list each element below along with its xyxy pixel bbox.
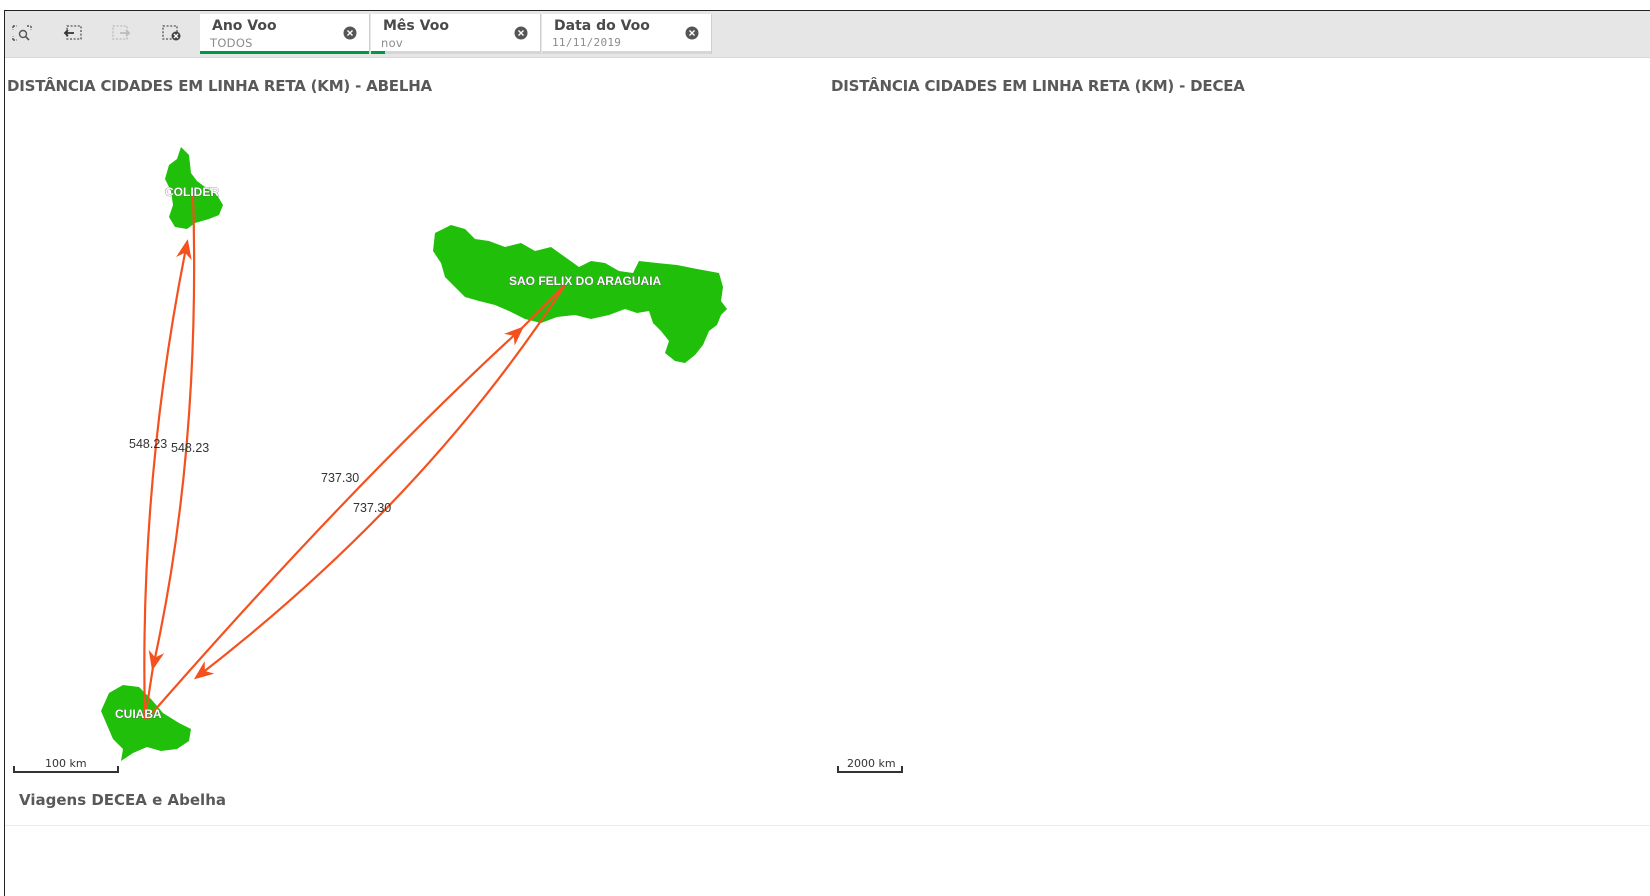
scale-line [13, 766, 119, 773]
app-frame: Ano Voo TODOS Mês Voo nov Data do Voo 11… [4, 10, 1650, 896]
route-saofelix-cuiaba[interactable] [193, 284, 566, 680]
filter-title: Ano Voo [212, 18, 277, 34]
city-label-sao-felix: SAO FELIX DO ARAGUAIA [509, 274, 662, 288]
filter-mes-voo[interactable]: Mês Voo nov [371, 14, 541, 54]
clear-selections-icon[interactable] [157, 21, 187, 45]
route-label: 737.30 [353, 501, 391, 515]
map-abelha-canvas: COLIDER SAO FELIX DO ARAGUAIA CUIABA 548… [101, 147, 727, 761]
step-back-icon[interactable] [57, 21, 87, 45]
filter-data-do-voo[interactable]: Data do Voo 11/11/2019 [542, 14, 712, 54]
filter-value: TODOS [210, 36, 253, 50]
selection-bar [371, 51, 540, 54]
scale-bar-abelha: 100 km [13, 757, 119, 773]
panel-title-decea: DISTÂNCIA CIDADES EM LINHA RETA (KM) - D… [831, 77, 1245, 95]
region-sao-felix[interactable] [433, 225, 727, 363]
scale-line [837, 766, 903, 773]
panel-title-abelha: DISTÂNCIA CIDADES EM LINHA RETA (KM) - A… [7, 77, 432, 95]
section-title-viagens: Viagens DECEA e Abelha [19, 791, 226, 809]
city-label-colider: COLIDER [165, 185, 219, 199]
clear-filter-icon[interactable] [514, 26, 528, 40]
selections-toolbar: Ano Voo TODOS Mês Voo nov Data do Voo 11… [5, 11, 1650, 58]
selection-bar [542, 51, 711, 54]
smart-search-icon[interactable] [7, 21, 37, 45]
region-cuiaba[interactable] [101, 685, 191, 761]
filter-ano-voo[interactable]: Ano Voo TODOS [200, 14, 370, 54]
filter-title: Data do Voo [554, 18, 650, 34]
route-colider-cuiaba[interactable] [148, 192, 196, 671]
clear-filter-icon[interactable] [685, 26, 699, 40]
route-cuiaba-saofelix[interactable] [146, 326, 524, 720]
route-label: 737.30 [321, 471, 359, 485]
clear-filter-icon[interactable] [343, 26, 357, 40]
selection-bar-fill [200, 51, 369, 54]
filter-title: Mês Voo [383, 18, 449, 34]
selection-bar [200, 51, 369, 54]
city-label-cuiaba: CUIABA [115, 707, 162, 721]
filter-value: nov [381, 36, 404, 50]
filter-value: 11/11/2019 [552, 36, 622, 49]
map-decea[interactable] [831, 101, 1647, 791]
route-cuiaba-colider[interactable] [143, 239, 192, 720]
map-abelha[interactable]: COLIDER SAO FELIX DO ARAGUAIA CUIABA 548… [5, 101, 825, 791]
divider [5, 825, 1650, 826]
route-label: 548.23 [129, 437, 167, 451]
route-label: 548.23 [171, 441, 209, 455]
scale-bar-decea: 2000 km [837, 757, 903, 773]
selection-bar-fill [371, 51, 385, 54]
step-forward-icon[interactable] [107, 21, 137, 45]
